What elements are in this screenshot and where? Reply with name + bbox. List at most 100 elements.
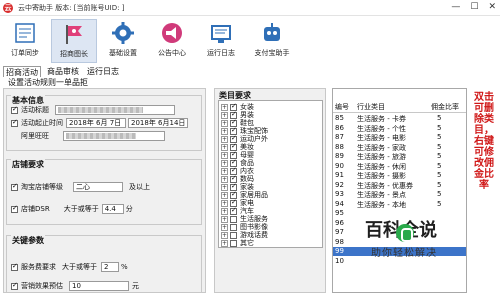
cell-cat: 生活服务 - 优惠券 bbox=[357, 181, 413, 190]
expand-icon[interactable]: + bbox=[221, 103, 228, 111]
toolbar-alipay-helper[interactable]: 支付宝助手 bbox=[247, 19, 297, 63]
cell-id: 10 bbox=[335, 256, 344, 265]
toolbar-merchant[interactable]: 招商图长 bbox=[51, 19, 97, 63]
maximize-button[interactable]: ☐ bbox=[470, 2, 478, 12]
commission-table[interactable]: 编号 行业类目 佣金比率 85 生活服务 - 卡券 5 86 生活服务 - 个性 5 87 生… bbox=[332, 88, 467, 293]
table-row[interactable]: 88 生活服务 - 家政 5 bbox=[333, 143, 466, 152]
cell-id: 87 bbox=[335, 133, 344, 141]
toolbar-run-log[interactable]: 运行日志 bbox=[198, 19, 244, 63]
expand-icon[interactable]: + bbox=[221, 183, 228, 191]
expand-icon[interactable]: + bbox=[221, 111, 228, 119]
tab-bar: 招商活动 商品审核 运行日志 bbox=[3, 66, 121, 77]
wangwang-row: 阿里旺旺 bbox=[21, 131, 165, 141]
toolbar-order-sync[interactable]: 订单同步 bbox=[2, 19, 48, 63]
fee-label: 服务费要求 bbox=[21, 263, 56, 271]
tree-item[interactable]: + 其它 bbox=[221, 239, 254, 247]
activity-title-checkbox[interactable] bbox=[11, 105, 18, 114]
settings-panel: 基本信息 活动标题 活动起止时间 2018年 6月 7日 2018年 6月14日… bbox=[3, 88, 206, 293]
activity-time-checkbox[interactable] bbox=[11, 118, 18, 127]
end-date-picker[interactable]: 2018年 6月14日 bbox=[128, 118, 188, 128]
activity-title-input[interactable] bbox=[55, 105, 175, 115]
fee-checkbox[interactable] bbox=[11, 262, 18, 271]
expand-icon[interactable]: + bbox=[221, 143, 228, 151]
redacted-text bbox=[66, 133, 136, 139]
expand-icon[interactable]: + bbox=[221, 159, 228, 167]
app-logo-icon: 云 bbox=[3, 3, 13, 13]
header-category[interactable]: 行业类目 bbox=[357, 102, 385, 112]
cell-id: 88 bbox=[335, 142, 344, 151]
expand-icon[interactable]: + bbox=[221, 151, 228, 159]
expand-icon[interactable]: + bbox=[221, 207, 228, 215]
expand-icon[interactable]: + bbox=[221, 239, 228, 247]
category-checkbox[interactable] bbox=[230, 215, 237, 223]
expand-icon[interactable]: + bbox=[221, 231, 228, 239]
fee-row: 服务费要求 大于或等于 2 % bbox=[11, 262, 128, 272]
cell-id: 89 bbox=[335, 152, 344, 160]
toolbar-basic-settings[interactable]: 基础设置 bbox=[100, 19, 146, 63]
category-checkbox[interactable] bbox=[230, 206, 237, 215]
category-panel: 类目要求 +女装+男装+鞋包+珠宝配饰+运动户外+美妆+母婴+食品+内衣+数码+… bbox=[214, 88, 326, 293]
header-rate[interactable]: 佣金比率 bbox=[431, 102, 459, 112]
table-row[interactable]: 94 生活服务 - 本地 5 bbox=[333, 200, 466, 209]
table-row[interactable]: 86 生活服务 - 个性 5 bbox=[333, 124, 466, 133]
header-id[interactable]: 编号 bbox=[335, 102, 349, 112]
shop-dsr-comparator: 大于或等于 bbox=[63, 205, 99, 213]
cell-rate: 5 bbox=[437, 152, 442, 160]
tab-product-review[interactable]: 商品审核 bbox=[45, 66, 81, 77]
category-checkbox[interactable] bbox=[230, 223, 237, 231]
toolbar-label: 招商图长 bbox=[60, 50, 88, 58]
cell-rate: 5 bbox=[437, 199, 442, 208]
expand-icon[interactable]: + bbox=[221, 175, 228, 183]
expand-icon[interactable]: + bbox=[221, 127, 228, 135]
shop-dsr-row: 店铺DSR 大于或等于 4.4 分 bbox=[11, 204, 133, 214]
close-button[interactable]: ✕ bbox=[488, 2, 496, 12]
table-row[interactable]: 87 生活服务 - 电影 5 bbox=[333, 133, 466, 142]
category-tree[interactable]: +女装+男装+鞋包+珠宝配饰+运动户外+美妆+母婴+食品+内衣+数码+家装+家居… bbox=[218, 100, 323, 248]
tab-run-log[interactable]: 运行日志 bbox=[85, 66, 121, 77]
table-row[interactable]: 92 生活服务 - 优惠券 5 bbox=[333, 181, 466, 190]
shop-level-checkbox[interactable] bbox=[11, 182, 18, 191]
forecast-row: 营销效果预估 10 元 bbox=[11, 281, 139, 291]
cell-rate: 5 bbox=[437, 180, 442, 189]
category-checkbox[interactable] bbox=[230, 231, 237, 239]
activity-time-row: 活动起止时间 2018年 6月 7日 2018年 6月14日 bbox=[11, 118, 188, 128]
cell-id: 97 bbox=[335, 228, 344, 236]
table-row[interactable]: 89 生活服务 - 旅游 5 bbox=[333, 152, 466, 161]
expand-icon[interactable]: + bbox=[221, 119, 228, 127]
shop-level-select[interactable]: 二心 bbox=[73, 182, 123, 192]
cell-cat: 生活服务 - 旅游 bbox=[357, 153, 406, 161]
sync-icon bbox=[15, 23, 35, 43]
cell-id: 90 bbox=[335, 161, 344, 170]
expand-icon[interactable]: + bbox=[221, 167, 228, 175]
cell-rate: 5 bbox=[437, 142, 442, 151]
wangwang-input[interactable] bbox=[63, 131, 165, 141]
shop-dsr-checkbox[interactable] bbox=[11, 204, 18, 213]
fee-input[interactable]: 2 bbox=[101, 262, 119, 272]
minimize-button[interactable]: — bbox=[451, 2, 460, 12]
redacted-text bbox=[58, 107, 143, 113]
forecast-input[interactable]: 10 bbox=[69, 281, 129, 291]
table-row[interactable]: 93 生活服务 - 景点 5 bbox=[333, 190, 466, 199]
forecast-checkbox[interactable] bbox=[11, 281, 18, 290]
expand-icon[interactable]: + bbox=[221, 191, 228, 199]
table-row[interactable]: 90 生活服务 - 休闲 5 bbox=[333, 162, 466, 171]
robot-icon bbox=[264, 23, 280, 41]
expand-icon[interactable]: + bbox=[221, 223, 228, 231]
expand-icon[interactable]: + bbox=[221, 135, 228, 143]
table-row[interactable]: 91 生活服务 - 摄影 5 bbox=[333, 171, 466, 180]
expand-icon[interactable]: + bbox=[221, 199, 228, 207]
shop-level-row: 淘宝店铺等级 二心 及以上 bbox=[11, 182, 150, 192]
start-date-picker[interactable]: 2018年 6月 7日 bbox=[66, 118, 126, 128]
cell-id: 91 bbox=[335, 171, 344, 179]
toolbar-announcements[interactable]: 公告中心 bbox=[149, 19, 195, 63]
table-row[interactable]: 85 生活服务 - 卡券 5 bbox=[333, 114, 466, 123]
toolbar-label: 公告中心 bbox=[158, 49, 186, 57]
cell-cat: 生活服务 - 休闲 bbox=[357, 162, 406, 171]
category-checkbox[interactable] bbox=[230, 239, 237, 247]
cell-id: 85 bbox=[335, 114, 344, 122]
cell-id: 94 bbox=[335, 199, 344, 208]
tab-merchant-activity[interactable]: 招商活动 bbox=[3, 66, 41, 77]
cell-id: 92 bbox=[335, 180, 344, 189]
expand-icon[interactable]: + bbox=[221, 215, 228, 223]
shop-dsr-input[interactable]: 4.4 bbox=[101, 204, 124, 214]
